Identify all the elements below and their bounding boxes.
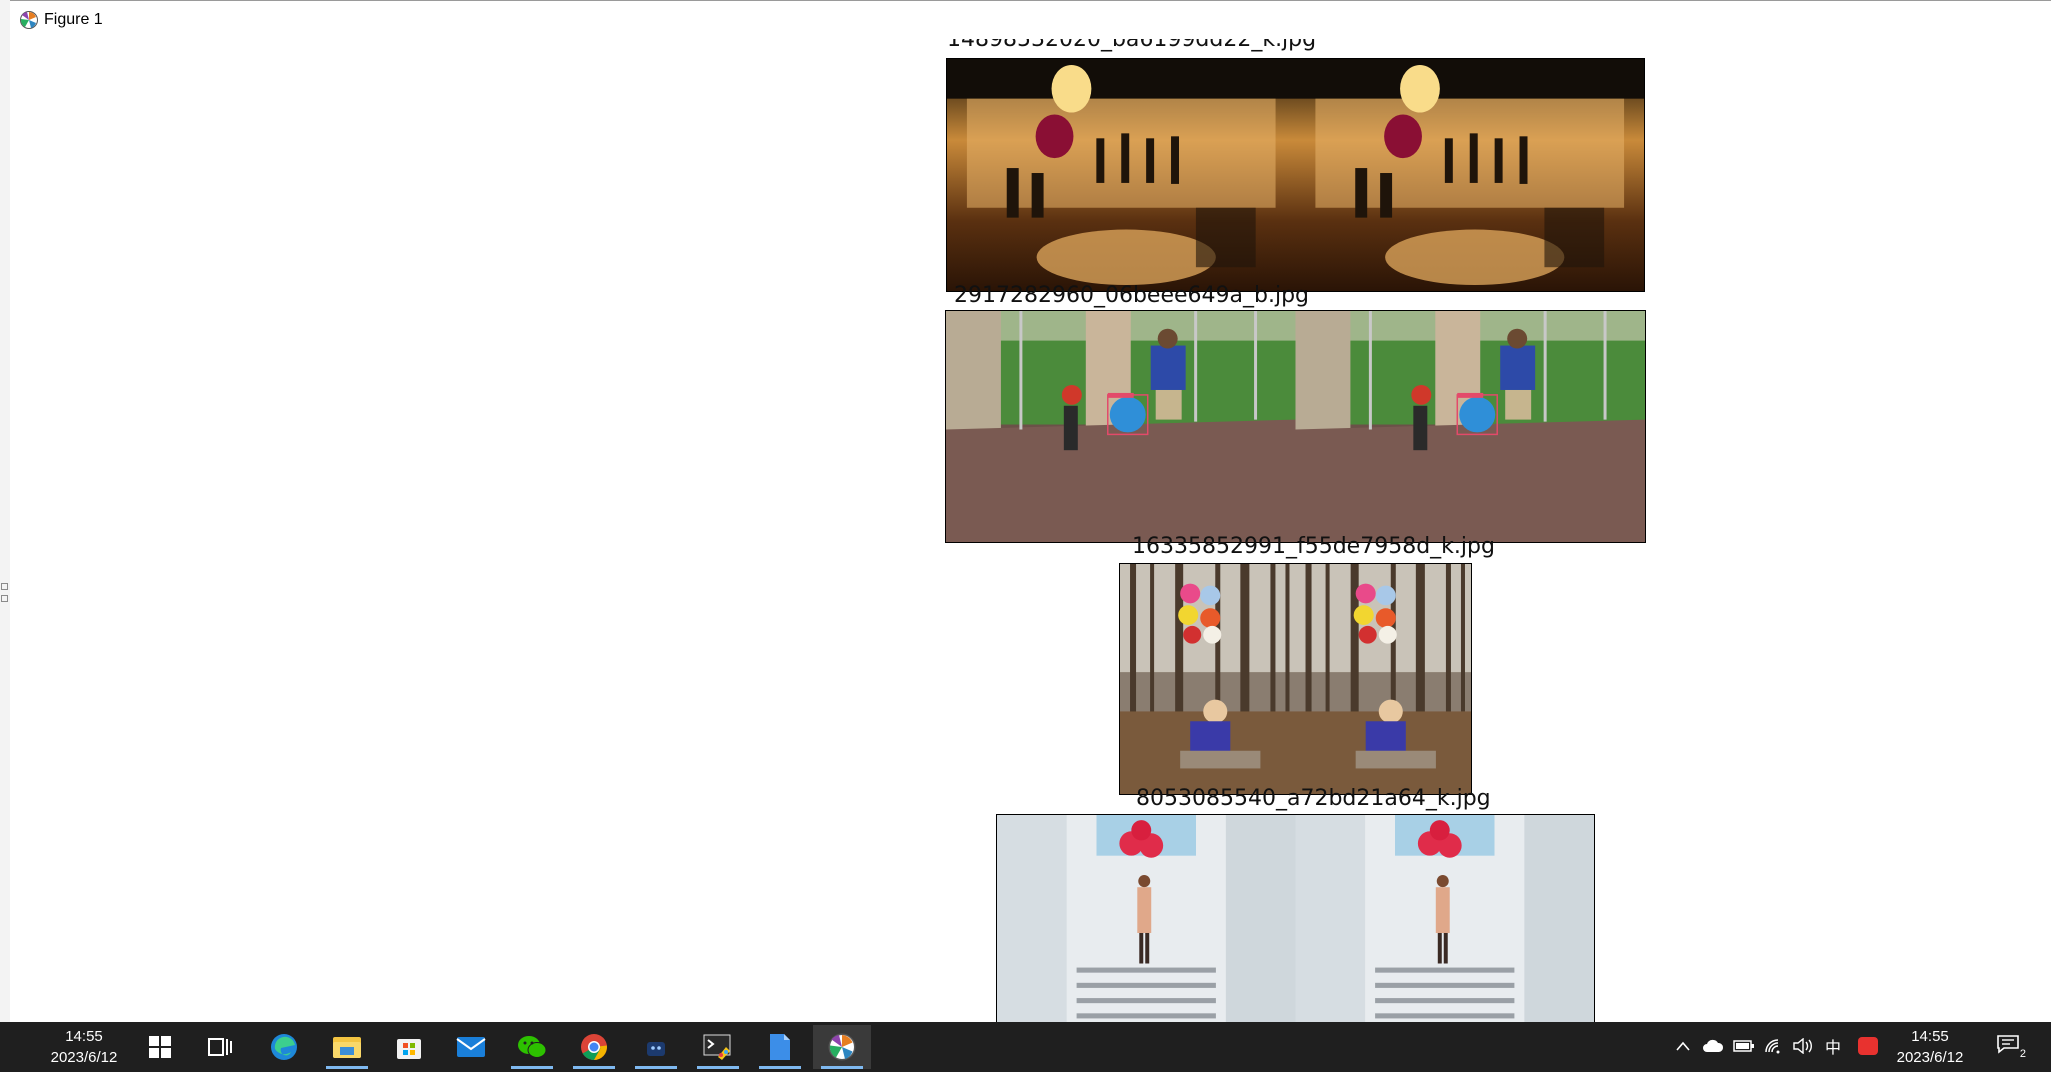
subplot-4: 8053085540_a72bd21a64_k.jpg xyxy=(10,787,2051,1023)
onedrive-tray[interactable] xyxy=(1702,1034,1724,1058)
subplot-1: 14898532020_ba6199dd22_k.jpg xyxy=(10,39,2051,299)
clock-date: 2023/6/12 xyxy=(1896,1049,1964,1066)
forest-photo xyxy=(1120,564,1471,794)
clock-time: 14:55 xyxy=(1911,1028,1949,1045)
sogou-icon xyxy=(1858,1037,1878,1055)
image-pair xyxy=(996,814,1595,1023)
stairs-photo xyxy=(997,815,1594,1023)
chrome-button[interactable] xyxy=(565,1025,623,1069)
start-button[interactable] xyxy=(131,1025,189,1069)
running-indicator xyxy=(759,1066,801,1069)
title-bar[interactable]: Figure 1 xyxy=(10,1,2051,39)
show-hidden-icons-button[interactable] xyxy=(1672,1034,1694,1058)
subplot-3: 16335852991_f55de7958d_k.jpg xyxy=(10,535,2051,803)
notification-icon xyxy=(1997,1035,2019,1054)
sogou-tray[interactable] xyxy=(1857,1034,1879,1058)
image-pair xyxy=(1119,563,1472,795)
image-pair xyxy=(945,310,1646,543)
paint-button[interactable] xyxy=(689,1025,747,1069)
clock-date: 2023/6/12 xyxy=(50,1049,118,1066)
notification-center-button[interactable]: 2 xyxy=(1996,1034,2026,1060)
notepad-icon xyxy=(770,1034,790,1060)
party-photo xyxy=(947,59,1644,291)
running-indicator xyxy=(326,1066,368,1069)
wechat-icon xyxy=(518,1036,547,1058)
taskbar-clock-left[interactable]: 14:55 2023/6/12 xyxy=(38,1026,130,1068)
running-indicator xyxy=(697,1066,739,1069)
running-indicator xyxy=(821,1066,863,1069)
file-explorer-icon xyxy=(333,1037,361,1058)
battery-tray[interactable] xyxy=(1733,1034,1755,1058)
volume-tray[interactable] xyxy=(1792,1034,1814,1058)
taskbar: 14:55 2023/6/12 中 14:55 2023/6/12 2 xyxy=(0,1022,2051,1072)
figure-canvas: 14898532020_ba6199dd22_k.jpg 2917282960_… xyxy=(10,39,2051,1023)
notification-count: 2 xyxy=(2019,1048,2026,1060)
wifi-icon xyxy=(1765,1039,1780,1054)
matplotlib-icon xyxy=(20,11,38,29)
ime-indicator[interactable]: 中 xyxy=(1822,1034,1844,1058)
task-view-button[interactable] xyxy=(191,1025,249,1069)
subplot-title: 16335852991_f55de7958d_k.jpg xyxy=(1132,534,1495,559)
blue-app-button[interactable] xyxy=(627,1025,685,1069)
taskbar-clock[interactable]: 14:55 2023/6/12 xyxy=(1880,1026,1980,1068)
subplot-2: 2917282960_06beee649a_b.jpg xyxy=(10,284,2051,551)
wifi-tray[interactable] xyxy=(1763,1034,1785,1058)
wechat-button[interactable] xyxy=(503,1025,561,1069)
image-pair xyxy=(946,58,1645,292)
mail-icon xyxy=(456,1037,486,1057)
edge-icon xyxy=(271,1034,297,1060)
subplot-title: 8053085540_a72bd21a64_k.jpg xyxy=(1136,786,1491,811)
file-explorer-button[interactable] xyxy=(318,1025,376,1069)
window-title: Figure 1 xyxy=(44,11,103,28)
task-view-icon xyxy=(208,1038,232,1056)
mail-button[interactable] xyxy=(442,1025,500,1069)
clock-time: 14:55 xyxy=(65,1028,103,1045)
speaker-icon xyxy=(1793,1038,1812,1054)
running-indicator xyxy=(573,1066,615,1069)
battery-icon xyxy=(1733,1040,1754,1052)
paint-terminal-icon xyxy=(703,1034,731,1060)
matplotlib-button[interactable] xyxy=(813,1025,871,1069)
chevron-up-icon xyxy=(1676,1041,1690,1051)
matplotlib-icon xyxy=(828,1033,856,1061)
grid-icon xyxy=(1,595,8,602)
porch-photo xyxy=(946,311,1645,542)
grid-icon xyxy=(1,583,8,590)
chrome-icon xyxy=(581,1034,607,1061)
cloud-icon xyxy=(1703,1039,1724,1052)
start-icon xyxy=(149,1036,171,1058)
running-indicator xyxy=(635,1066,677,1069)
notepad-button[interactable] xyxy=(751,1025,809,1069)
running-indicator xyxy=(511,1066,553,1069)
app-blue-icon xyxy=(647,1042,665,1056)
store-icon xyxy=(397,1039,421,1059)
subplot-title: 14898532020_ba6199dd22_k.jpg xyxy=(947,39,1317,52)
store-button[interactable] xyxy=(380,1025,438,1069)
edge-button[interactable] xyxy=(255,1025,313,1069)
figure-window: Figure 1 14898532020_ba6199dd22_k.jpg 29… xyxy=(10,0,2051,1023)
subplot-title: 2917282960_06beee649a_b.jpg xyxy=(954,283,1310,308)
